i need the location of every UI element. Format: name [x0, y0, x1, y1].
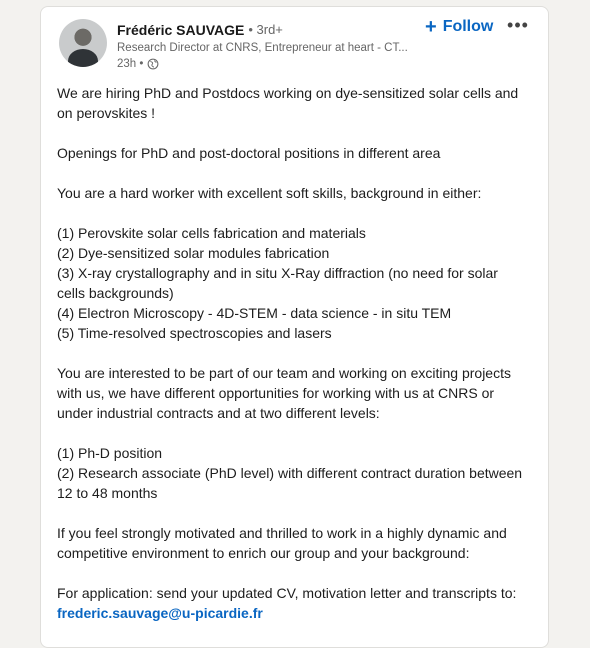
- plus-icon: +: [425, 16, 437, 38]
- list-item: (2) Dye-sensitized solar modules fabrica…: [57, 245, 330, 261]
- author-headline: Research Director at CNRS, Entrepreneur …: [117, 42, 408, 54]
- follow-button[interactable]: + Follow: [425, 17, 493, 37]
- background-list: (1) Perovskite solar cells fabrication a…: [57, 223, 527, 343]
- post-paragraph: If you feel strongly motivated and thril…: [57, 525, 507, 561]
- post-paragraph: You are a hard worker with excellent sof…: [57, 185, 482, 201]
- follow-label: Follow: [442, 18, 494, 35]
- post-paragraph: For application: send your updated CV, m…: [57, 585, 517, 601]
- post-time-line: 23h •: [117, 56, 417, 72]
- globe-icon: [148, 58, 159, 70]
- avatar[interactable]: [59, 19, 107, 67]
- post-paragraph: Openings for PhD and post-doctoral posit…: [57, 145, 441, 161]
- list-item: (5) Time-resolved spectroscopies and las…: [57, 325, 332, 341]
- list-item: (1) Ph-D position: [57, 445, 163, 461]
- avatar-figure: [68, 49, 98, 67]
- positions-list: (1) Ph-D position (2) Research associate…: [57, 443, 527, 503]
- list-item: (4) Electron Microscopy - 4D-STEM - data…: [57, 305, 452, 321]
- post-card: Frédéric SAUVAGE • 3rd+ Research Directo…: [40, 6, 549, 648]
- ellipsis-icon[interactable]: •••: [506, 15, 530, 35]
- post-header: Frédéric SAUVAGE • 3rd+ Research Directo…: [117, 21, 417, 72]
- post-body: We are hiring PhD and Postdocs working o…: [57, 83, 527, 623]
- author-line: Frédéric SAUVAGE • 3rd+: [117, 21, 417, 39]
- connection-degree: • 3rd+: [248, 22, 283, 37]
- email-link[interactable]: frederic.sauvage@u-picardie.fr: [57, 603, 527, 623]
- list-item: (1) Perovskite solar cells fabrication a…: [57, 225, 366, 241]
- author-name[interactable]: Frédéric SAUVAGE: [117, 21, 244, 39]
- list-item: (2) Research associate (PhD level) with …: [57, 465, 523, 501]
- list-item: (3) X-ray crystallography and in situ X-…: [57, 265, 498, 301]
- post-paragraph: We are hiring PhD and Postdocs working o…: [57, 85, 519, 121]
- post-time: 23h •: [117, 58, 144, 70]
- post-paragraph: You are interested to be part of our tea…: [57, 365, 511, 421]
